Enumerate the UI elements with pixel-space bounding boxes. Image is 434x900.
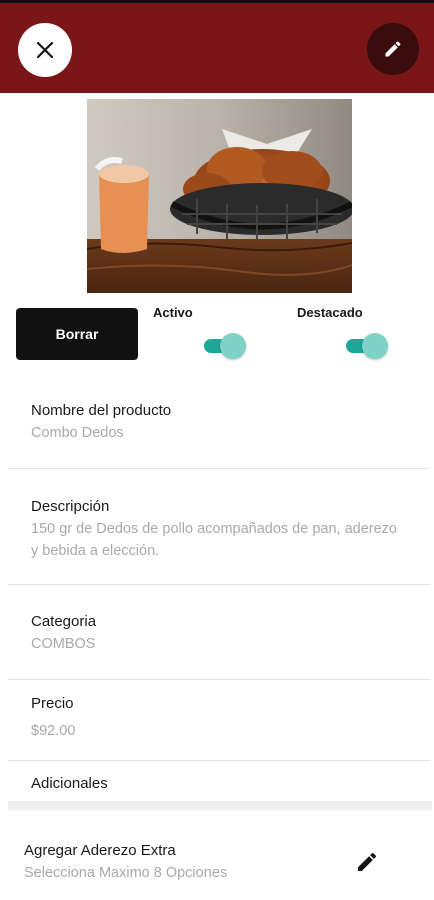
active-toggle[interactable] (204, 333, 246, 359)
description-field[interactable]: Descripción 150 gr de Dedos de pollo aco… (31, 498, 403, 562)
extra-item-title: Agregar Aderezo Extra (24, 842, 176, 859)
divider (8, 679, 430, 680)
extra-edit-button[interactable] (355, 850, 379, 874)
close-button[interactable] (18, 23, 72, 77)
divider (8, 468, 430, 469)
extra-item-subtitle: Selecciona Maximo 8 Opciones (24, 865, 228, 881)
category-label: Categoria (31, 613, 97, 630)
product-name-label: Nombre del producto (31, 402, 172, 419)
description-value: 150 gr de Dedos de pollo acompañados de … (31, 521, 397, 559)
price-label: Precio (31, 695, 74, 712)
featured-label: Destacado (297, 305, 363, 320)
delete-button[interactable]: Borrar (16, 308, 138, 360)
description-label: Descripción (31, 498, 110, 515)
section-separator (8, 801, 432, 810)
header-bar (0, 0, 434, 93)
product-name-value: Combo Dedos (31, 425, 124, 441)
pencil-icon (358, 852, 377, 871)
pencil-icon (385, 41, 401, 57)
featured-toggle-thumb (362, 333, 388, 359)
featured-toggle[interactable] (346, 333, 388, 359)
divider (8, 584, 430, 585)
divider (8, 760, 430, 761)
product-image (87, 99, 352, 293)
edit-button[interactable] (367, 23, 419, 75)
price-value: $92.00 (31, 723, 76, 739)
product-name-field[interactable]: Nombre del producto Combo Dedos (31, 402, 403, 444)
close-icon (36, 41, 54, 59)
category-field[interactable]: Categoria COMBOS (31, 613, 403, 655)
extras-section-header: Adicionales (31, 775, 403, 792)
active-label: Activo (153, 305, 193, 320)
price-field[interactable]: Precio $92.00 (31, 695, 403, 742)
category-value: COMBOS (31, 636, 96, 652)
extras-label: Adicionales (31, 775, 108, 792)
active-toggle-thumb (220, 333, 246, 359)
